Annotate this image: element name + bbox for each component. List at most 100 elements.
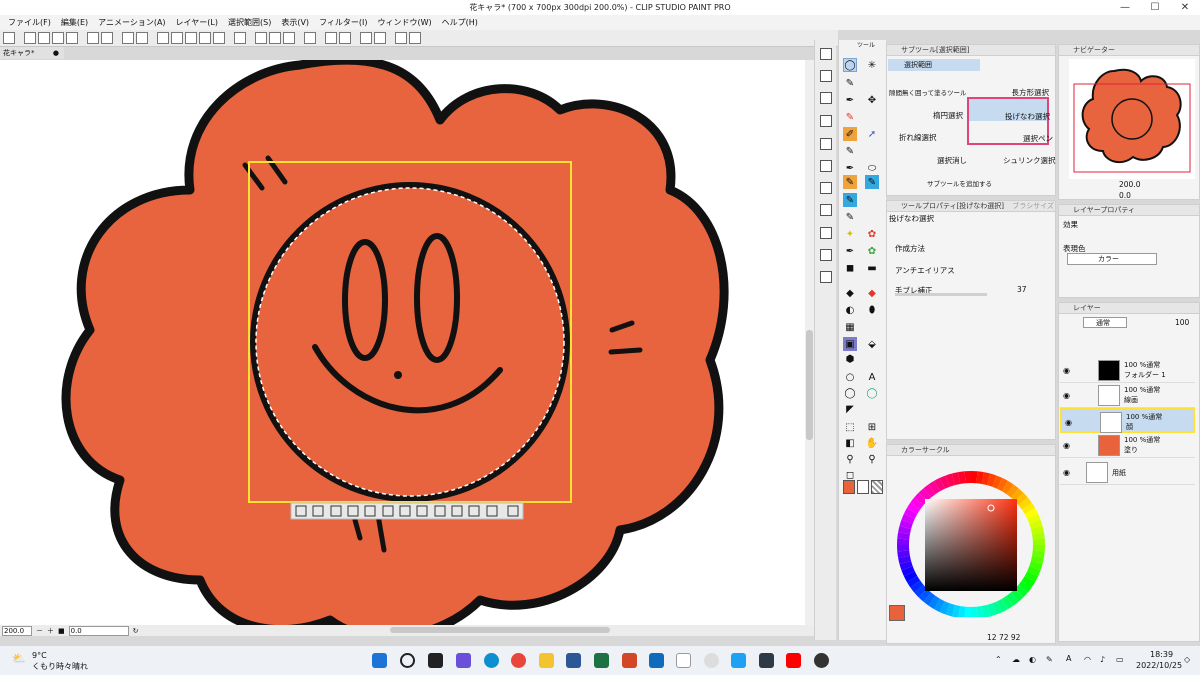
visibility-eye-icon[interactable]: ◉ — [1063, 468, 1070, 477]
menu-animation[interactable]: アニメーション(A) — [98, 17, 165, 28]
visibility-eye-icon[interactable]: ◉ — [1063, 441, 1070, 450]
ime-indicator[interactable]: A — [1066, 654, 1071, 663]
menu-file[interactable]: ファイル(F) — [8, 17, 51, 28]
menu-help[interactable]: ヘルプ(H) — [442, 17, 478, 28]
maximize-button[interactable]: ☐ — [1140, 0, 1170, 15]
powerpoint-icon[interactable] — [622, 653, 637, 668]
figure-ruler-icon[interactable]: ▣ — [843, 337, 857, 351]
youtube-icon[interactable] — [786, 653, 801, 668]
figure-tool-icon[interactable]: ✎ — [843, 210, 857, 224]
new-file-icon[interactable] — [24, 32, 36, 44]
grid-icon[interactable] — [234, 32, 246, 44]
weather-text[interactable]: くもり時々晴れ — [32, 661, 88, 672]
volume-icon[interactable]: ♪ — [1100, 655, 1105, 664]
blend-water-icon[interactable]: ◐ — [843, 303, 857, 317]
auto-action-dock-icon[interactable] — [820, 138, 832, 150]
subtool-gapless-fill[interactable]: 隙間無く囲って塗るツール — [889, 87, 967, 97]
search-dock-icon[interactable] — [820, 70, 832, 82]
explorer-icon[interactable] — [539, 653, 554, 668]
ellipse-tool-icon[interactable]: ○ — [843, 370, 857, 384]
mirror-icon[interactable] — [409, 32, 421, 44]
main-color-swatch[interactable] — [843, 480, 855, 494]
fit-icon[interactable]: ■ — [58, 627, 65, 635]
transparent-color-swatch[interactable] — [871, 480, 883, 494]
balloon-green-icon[interactable]: ◯ — [865, 386, 879, 400]
wifi-icon[interactable]: ◠ — [1084, 655, 1091, 664]
task-view-icon[interactable] — [428, 653, 443, 668]
visibility-eye-icon[interactable]: ◉ — [1063, 366, 1070, 375]
pen-tool-icon[interactable]: ✒ — [843, 93, 857, 107]
expression-color-dropdown[interactable]: カラー — [1067, 253, 1157, 265]
gradient-tool-icon[interactable]: ◼ — [843, 261, 857, 275]
clip-studio-icon[interactable] — [3, 32, 15, 44]
flower-brush-icon[interactable]: ✿ — [865, 227, 879, 241]
clock-date[interactable]: 2022/10/25 — [1136, 661, 1182, 670]
tray-chevron-icon[interactable]: ⌃ — [995, 655, 1002, 664]
eraser-hard-icon[interactable]: ◆ — [865, 286, 879, 300]
excel-icon[interactable] — [594, 653, 609, 668]
start-icon[interactable] — [372, 653, 387, 668]
stabilization-slider[interactable] — [895, 293, 987, 296]
close-button[interactable]: ✕ — [1170, 0, 1200, 15]
eraser-tool-icon[interactable]: ⬭ — [865, 161, 879, 175]
navigator-zoom[interactable]: 200.0 — [1119, 180, 1140, 189]
text-a-icon[interactable]: A — [865, 370, 879, 384]
bucket-tool-icon[interactable]: ⬙ — [865, 337, 879, 351]
subtool-polyline-select[interactable]: 折れ線選択 — [899, 132, 937, 143]
subtool-erase-select[interactable]: 選択消し — [937, 155, 967, 166]
stabilization-value[interactable]: 37 — [1017, 285, 1027, 294]
terminal-icon[interactable] — [759, 653, 774, 668]
color-wheel[interactable] — [887, 457, 1057, 617]
panel-tool-icon[interactable]: ⊞ — [865, 420, 879, 434]
fill-icon[interactable] — [136, 32, 148, 44]
flip-icon[interactable] — [395, 32, 407, 44]
deselect-icon[interactable] — [171, 32, 183, 44]
show-selection-icon[interactable] — [213, 32, 225, 44]
clip-studio-paint-icon[interactable] — [704, 653, 719, 668]
eyedropper-tool-icon[interactable]: ✎ — [843, 76, 857, 90]
document-tab[interactable]: 花キャラ* ● — [0, 47, 64, 59]
subtool-select-pen[interactable]: 選択ペン — [1023, 133, 1053, 144]
undo-icon[interactable] — [87, 32, 99, 44]
subtool-shrink-select[interactable]: シュリンク選択 — [1003, 155, 1056, 166]
drop-icon[interactable]: ⬮ — [865, 303, 879, 317]
transform-icon[interactable] — [157, 32, 169, 44]
rotate-right-icon[interactable] — [374, 32, 386, 44]
pattern-tool-icon[interactable]: ▦ — [843, 320, 857, 334]
angle-field[interactable]: 0.0 — [68, 625, 129, 636]
tray-app-icon[interactable]: ◐ — [1029, 655, 1036, 664]
zoom-out-icon[interactable]: － — [36, 626, 43, 636]
decoration-tool-icon[interactable]: ✎ — [843, 175, 857, 189]
pen-icon[interactable]: ✎ — [1046, 655, 1053, 664]
move-tool-icon[interactable]: ✥ — [865, 93, 879, 107]
add-subtool-link[interactable]: サブツールを追加する — [927, 178, 992, 188]
ruler-tool-icon[interactable]: ⬚ — [843, 420, 857, 434]
line-tool-icon[interactable]: ◤ — [843, 402, 857, 416]
menu-layer[interactable]: レイヤー(L) — [176, 17, 218, 28]
fill-tool-icon[interactable]: ✎ — [843, 193, 857, 207]
current-color-swatch[interactable] — [889, 605, 905, 621]
outlook-icon[interactable] — [649, 653, 664, 668]
app-icon[interactable] — [676, 653, 691, 668]
navigator-preview[interactable] — [1069, 59, 1195, 179]
animation-dock-icon[interactable] — [820, 249, 832, 261]
balloon-tool-icon[interactable]: ◯ — [843, 386, 857, 400]
weather-temp[interactable]: 9°C — [32, 651, 47, 660]
navigator-angle[interactable]: 0.0 — [1119, 191, 1131, 200]
notification-icon[interactable]: ◇ — [1184, 655, 1190, 664]
fill-bucket-icon[interactable]: ⬢ — [843, 352, 857, 366]
snap-special-ruler-icon[interactable] — [269, 32, 281, 44]
eraser-soft-icon[interactable]: ◆ — [843, 286, 857, 300]
twitter-icon[interactable] — [731, 653, 746, 668]
menu-view[interactable]: 表示(V) — [281, 17, 309, 28]
select-all-icon[interactable] — [185, 32, 197, 44]
layer-row-fill[interactable]: ◉ 100 %通常 塗り — [1060, 433, 1195, 458]
blend-mode-dropdown[interactable]: 通常 — [1083, 317, 1127, 328]
brush-tool-icon[interactable]: ✐ — [843, 127, 857, 141]
menu-selection[interactable]: 選択範囲(S) — [228, 17, 271, 28]
save-icon[interactable] — [52, 32, 64, 44]
layer-row-lineart[interactable]: ◉ 100 %通常 線画 — [1060, 383, 1195, 408]
invert-selection-icon[interactable] — [199, 32, 211, 44]
clear-icon[interactable] — [122, 32, 134, 44]
layer-row-face[interactable]: ◉ 100 %通常顔 — [1060, 408, 1195, 433]
